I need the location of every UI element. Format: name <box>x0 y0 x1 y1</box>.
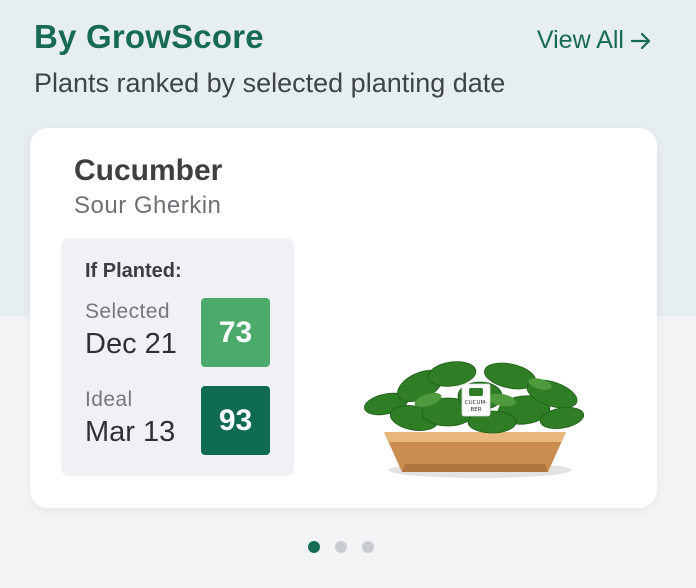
view-all-link[interactable]: View All <box>537 26 652 55</box>
selected-date-row: Selected Dec 21 73 <box>85 298 271 368</box>
pagination-dots <box>308 541 374 553</box>
section-header: By GrowScore View All Plants ranked by s… <box>34 18 662 108</box>
pagination-dot[interactable] <box>335 541 347 553</box>
ideal-label: Ideal <box>85 388 133 411</box>
plant-variety: Sour Gherkin <box>74 192 222 219</box>
panel-heading: If Planted: <box>85 260 182 282</box>
plant-name: Cucumber <box>74 154 223 187</box>
svg-text:BER: BER <box>470 407 481 413</box>
pagination-dot[interactable] <box>362 541 374 553</box>
plant-card[interactable]: Cucumber Sour Gherkin If Planted: Select… <box>30 128 657 508</box>
ideal-date: Mar 13 <box>85 416 176 448</box>
growscore-panel: If Planted: Selected Dec 21 73 Ideal Mar… <box>61 238 294 476</box>
ideal-date-row: Ideal Mar 13 93 <box>85 386 271 456</box>
section-title: By GrowScore <box>34 18 264 55</box>
view-all-label: View All <box>536 26 624 54</box>
pagination-dot-active[interactable] <box>308 541 320 553</box>
selected-label: Selected <box>85 300 170 323</box>
plant-tray-image: CUCUM- BER <box>363 361 585 478</box>
svg-text:CUCUM-: CUCUM- <box>465 400 487 406</box>
ideal-score-badge: 93 <box>201 386 270 455</box>
selected-date: Dec 21 <box>85 328 177 360</box>
selected-score-badge: 73 <box>201 298 270 367</box>
arrow-right-icon <box>630 32 651 49</box>
section-subtitle: Plants ranked by selected planting date <box>34 68 506 98</box>
